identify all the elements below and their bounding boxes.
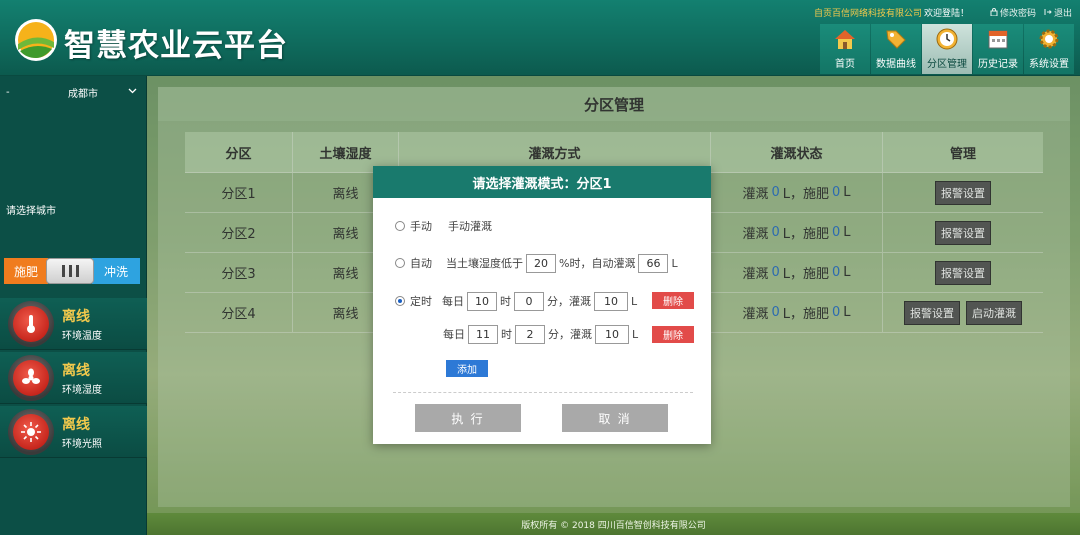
nav-zone-management[interactable]: 分区管理: [922, 24, 972, 74]
logo-icon: [15, 19, 57, 61]
toggle-knob[interactable]: [46, 258, 94, 284]
nav-history[interactable]: 历史记录: [973, 24, 1023, 74]
dialog-title: 请选择灌溉模式：分区1: [373, 166, 711, 198]
change-password-link[interactable]: 修改密码: [990, 6, 1036, 19]
schedule-minute-input[interactable]: [514, 291, 544, 311]
schedule-amount-input[interactable]: [594, 291, 628, 311]
calendar-icon: [988, 30, 1008, 49]
app-title: 智慧农业云平台: [64, 28, 288, 64]
fan-icon: [22, 368, 40, 384]
clock-icon: [936, 28, 958, 50]
auto-option[interactable]: 自动 当土壤湿度低于 %时，自动灌溉 L: [395, 253, 678, 273]
auto-amount-input[interactable]: [638, 253, 669, 273]
humidity-threshold-input[interactable]: [526, 253, 556, 273]
company-name: 自贡百信网络科技有限公司: [814, 8, 923, 19]
welcome-text: 欢迎登陆！: [924, 8, 970, 19]
home-icon: [835, 30, 855, 49]
sensor-label: 环境光照: [62, 439, 102, 450]
chevron-down-icon: [128, 88, 137, 94]
divider: [393, 392, 693, 393]
header: 智慧农业云平台 自贡百信网络科技有限公司 欢迎登陆！ 修改密码 退出 首页 数据…: [0, 0, 1080, 76]
schedule-amount-input[interactable]: [595, 324, 629, 344]
sensor-label: 环境温度: [62, 331, 102, 342]
cancel-button[interactable]: 取 消: [562, 404, 668, 432]
sensor-status: 离线: [62, 363, 90, 379]
logout-link[interactable]: 退出: [1044, 6, 1072, 19]
sensor-status: 离线: [62, 309, 90, 325]
sidebar: - 成都市 请选择城市 施肥 冲洗 离线 环境温度 离线 环境湿度 离线 环境光…: [0, 76, 147, 535]
footer: 版权所有 © 2018 四川百信智创科技有限公司: [147, 513, 1080, 535]
lock-icon: [990, 8, 998, 16]
top-bar: 自贡百信网络科技有限公司 欢迎登陆！ 修改密码 退出: [810, 3, 1072, 21]
gauge: [8, 409, 54, 455]
nav-settings[interactable]: 系统设置: [1024, 24, 1074, 74]
auto-radio[interactable]: [395, 258, 405, 268]
gauge: [8, 355, 54, 401]
city-dash: -: [6, 86, 10, 98]
city-hint: 请选择城市: [6, 206, 56, 217]
delete-schedule-button[interactable]: 删除: [652, 326, 694, 343]
nav-home[interactable]: 首页: [820, 24, 870, 74]
schedule-row: 每日 时 分，灌溉 L: [443, 324, 638, 344]
manual-radio[interactable]: [395, 221, 405, 231]
sun-icon: [21, 422, 41, 442]
irrigation-mode-dialog: 请选择灌溉模式：分区1 手动 手动灌溉 自动 当土壤湿度低于 %时，自动灌溉 L…: [373, 166, 711, 444]
delete-schedule-button[interactable]: 删除: [652, 292, 694, 309]
sensor-humidity: 离线 环境湿度: [0, 352, 147, 404]
main-nav: 首页 数据曲线 分区管理 历史记录 系统设置: [820, 24, 1074, 74]
manual-option[interactable]: 手动 手动灌溉: [395, 216, 492, 236]
city-value: 成都市: [68, 88, 98, 100]
gear-icon: [1039, 29, 1059, 49]
schedule-minute-input[interactable]: [515, 324, 545, 344]
logout-icon: [1044, 9, 1052, 15]
add-schedule-button[interactable]: 添加: [446, 360, 488, 377]
sensor-light: 离线 环境光照: [0, 406, 147, 458]
sensor-label: 环境湿度: [62, 385, 102, 396]
city-select[interactable]: - 成都市: [0, 76, 147, 108]
schedule-hour-input[interactable]: [467, 291, 497, 311]
timed-option[interactable]: 定时 每日 时 分，灌溉 L: [395, 291, 637, 311]
gauge: [8, 301, 54, 347]
sensor-temperature: 离线 环境温度: [0, 298, 147, 350]
toggle-fertilize-label: 施肥: [4, 258, 48, 284]
toggle-flush-label: 冲洗: [92, 258, 140, 284]
schedule-hour-input[interactable]: [468, 324, 498, 344]
timed-radio[interactable]: [395, 296, 405, 306]
tag-icon: [886, 30, 906, 49]
execute-button[interactable]: 执 行: [415, 404, 521, 432]
fertilize-flush-toggle[interactable]: 施肥 冲洗: [4, 258, 142, 284]
sensor-status: 离线: [62, 417, 90, 433]
nav-data-curve[interactable]: 数据曲线: [871, 24, 921, 74]
thermometer-icon: [27, 315, 35, 333]
